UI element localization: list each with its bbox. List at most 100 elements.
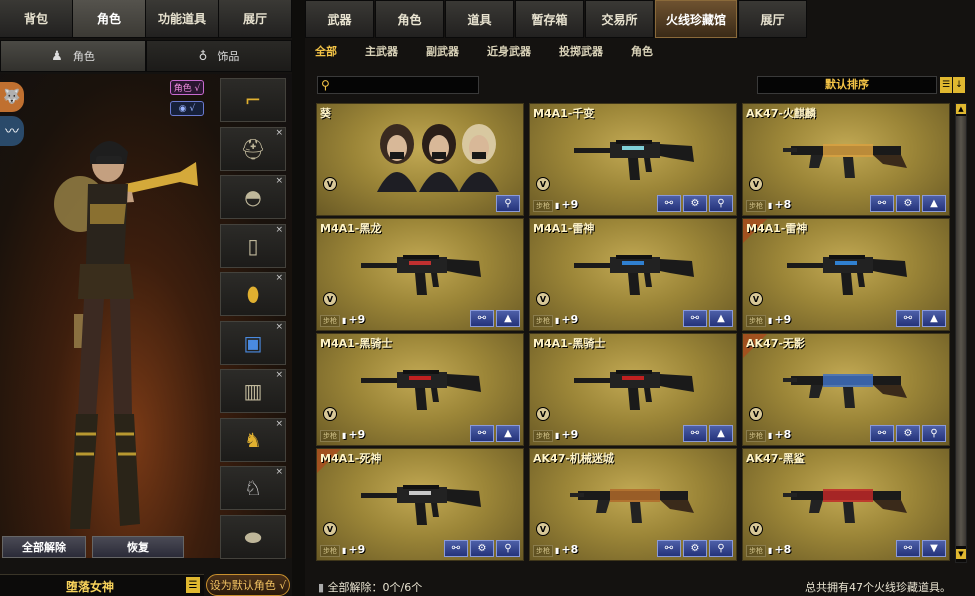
filter-1[interactable]: 主武器 (365, 40, 398, 64)
item-card[interactable]: M4A1-黑骑士 V 步枪 ▮ +9 ⚯ ▲ (529, 333, 737, 446)
filter-4[interactable]: 投掷武器 (559, 40, 603, 64)
equipment-slot[interactable]: ▥ × (220, 369, 286, 413)
gear-button[interactable]: ⚙ (470, 540, 494, 557)
up-button[interactable]: ▲ (709, 310, 733, 327)
item-card[interactable]: M4A1-千变 V 步枪 ▮ +9 ⚯ ⚙ ⚲ (529, 103, 737, 216)
ammo-icon: ▮ (342, 546, 347, 555)
right-tab-5[interactable]: 火线珍藏馆 (655, 0, 737, 38)
remove-slot-icon[interactable]: × (275, 370, 283, 380)
subtab-accessory[interactable]: ♁ 饰品 (146, 40, 292, 72)
equipment-slot[interactable]: ▣ × (220, 320, 286, 365)
down-button[interactable]: ▼ (922, 540, 946, 557)
scroll-up-icon[interactable]: ▲ (956, 104, 966, 114)
visibility-toggle[interactable]: ◉ √ (170, 101, 204, 116)
filter-5[interactable]: 角色 (631, 40, 653, 64)
skin-button[interactable]: ⚯ (896, 540, 920, 557)
remove-slot-icon[interactable]: × (275, 467, 283, 477)
equipment-slot[interactable]: ⬬ (220, 514, 286, 559)
set-default-button[interactable]: 设为默认角色 √ (206, 574, 290, 596)
item-card[interactable]: M4A1-雷神 V 步枪 ▮ +9 ⚯ ▲ (742, 218, 950, 331)
subtab-character[interactable]: ♟ 角色 (0, 40, 146, 72)
restore-button[interactable]: 恢复 (92, 536, 184, 558)
up-button[interactable]: ▲ (496, 425, 520, 442)
skin-button[interactable]: ⚯ (683, 310, 707, 327)
skin-button[interactable]: ⚯ (657, 195, 681, 212)
item-card[interactable]: AK47-无影 V 步枪 ▮ +8 ⚯ ⚙ ⚲ (742, 333, 950, 446)
item-level: ▮ +8 (555, 543, 578, 556)
right-tab-2[interactable]: 道具 (445, 0, 514, 38)
item-card[interactable]: AK47-黑鲨 V 步枪 ▮ +8 ⚯ ▼ (742, 448, 950, 561)
item-title: M4A1-黑骑士 (320, 337, 393, 350)
remove-slot-icon[interactable]: × (275, 176, 283, 186)
sort-list-icon[interactable]: ☰ (940, 77, 952, 93)
scrollbar-thumb[interactable] (956, 116, 966, 546)
remove-slot-icon[interactable]: × (275, 322, 283, 332)
item-level: ▮ +9 (555, 313, 578, 326)
equipment-slot[interactable]: ⛑ × (220, 126, 286, 171)
remove-slot-icon[interactable]: × (275, 419, 283, 429)
gear-button[interactable]: ⚙ (683, 540, 707, 557)
release-all-button[interactable]: 全部解除 (2, 536, 86, 558)
left-tab-1[interactable]: 角色 (73, 0, 146, 38)
left-tab-0[interactable]: 背包 (0, 0, 73, 38)
search-button[interactable]: ⚲ (922, 425, 946, 442)
skin-button[interactable]: ⚯ (683, 425, 707, 442)
equipment-slot[interactable]: ▯ × (220, 223, 286, 268)
gear-button[interactable]: ⚙ (896, 425, 920, 442)
item-type-badge: 步枪 (746, 545, 766, 557)
left-tab-2[interactable]: 功能道具 (146, 0, 219, 38)
right-tab-0[interactable]: 武器 (305, 0, 374, 38)
skin-button[interactable]: ⚯ (657, 540, 681, 557)
up-button[interactable]: ▲ (709, 425, 733, 442)
item-actions: ⚯ ⚙ ⚲ (870, 425, 946, 442)
item-card[interactable]: 葵 V ⚲ (316, 103, 524, 216)
skin-button[interactable]: ⚯ (470, 425, 494, 442)
equipment-slot[interactable]: ⬮ × (220, 272, 286, 316)
item-card[interactable]: M4A1-雷神 V 步枪 ▮ +9 ⚯ ▲ (529, 218, 737, 331)
equipment-slot[interactable]: ♘ × (220, 466, 286, 510)
search-icon: ⚲ (321, 78, 330, 92)
item-card[interactable]: AK47-机械迷城 V 步枪 ▮ +8 ⚯ ⚙ ⚲ (529, 448, 737, 561)
search-button[interactable]: ⚲ (496, 195, 520, 212)
up-button[interactable]: ▲ (922, 195, 946, 212)
right-tab-4[interactable]: 交易所 (585, 0, 654, 38)
search-input[interactable]: ⚲ (317, 76, 479, 94)
remove-slot-icon[interactable]: × (275, 225, 283, 235)
right-tab-1[interactable]: 角色 (375, 0, 444, 38)
item-card[interactable]: M4A1-死神 V 步枪 ▮ +9 ⚯ ⚙ ⚲ (316, 448, 524, 561)
gear-button[interactable]: ⚙ (683, 195, 707, 212)
scroll-down-icon[interactable]: ▼ (956, 549, 966, 559)
right-tab-6[interactable]: 展厅 (738, 0, 807, 38)
item-card[interactable]: M4A1-黑龙 V 步枪 ▮ +9 ⚯ ▲ (316, 218, 524, 331)
equipment-slot[interactable]: ◓ × (220, 175, 286, 219)
item-card[interactable]: M4A1-黑骑士 V 步枪 ▮ +9 ⚯ ▲ (316, 333, 524, 446)
gear-button[interactable]: ⚙ (896, 195, 920, 212)
up-button[interactable]: ▲ (922, 310, 946, 327)
skin-button[interactable]: ⚯ (870, 425, 894, 442)
equipment-slot[interactable]: ⌐ (220, 78, 286, 122)
skin-button[interactable]: ⚯ (470, 310, 494, 327)
right-tab-3[interactable]: 暂存箱 (515, 0, 584, 38)
item-level: ▮ +8 (768, 543, 791, 556)
remove-slot-icon[interactable]: × (275, 128, 283, 138)
filter-3[interactable]: 近身武器 (487, 40, 531, 64)
left-tab-3[interactable]: 展厅 (219, 0, 292, 38)
item-card[interactable]: AK47-火麒麟 V 步枪 ▮ +8 ⚯ ⚙ ▲ (742, 103, 950, 216)
up-button[interactable]: ▲ (496, 310, 520, 327)
role-toggle[interactable]: 角色 √ (170, 80, 204, 95)
search-button[interactable]: ⚲ (709, 540, 733, 557)
filter-0[interactable]: 全部 (315, 40, 337, 64)
sort-arrow-icon[interactable]: ↓ (953, 77, 965, 93)
list-icon[interactable]: ☰ (186, 577, 200, 593)
wing-icon[interactable]: 〰 (0, 116, 24, 146)
filter-2[interactable]: 副武器 (426, 40, 459, 64)
equipment-slot[interactable]: ♞ × (220, 417, 286, 462)
search-button[interactable]: ⚲ (496, 540, 520, 557)
remove-slot-icon[interactable]: × (275, 273, 283, 283)
wolf-icon[interactable]: 🐺 (0, 82, 24, 112)
sort-dropdown[interactable]: 默认排序 (757, 76, 937, 94)
skin-button[interactable]: ⚯ (444, 540, 468, 557)
skin-button[interactable]: ⚯ (896, 310, 920, 327)
search-button[interactable]: ⚲ (709, 195, 733, 212)
skin-button[interactable]: ⚯ (870, 195, 894, 212)
